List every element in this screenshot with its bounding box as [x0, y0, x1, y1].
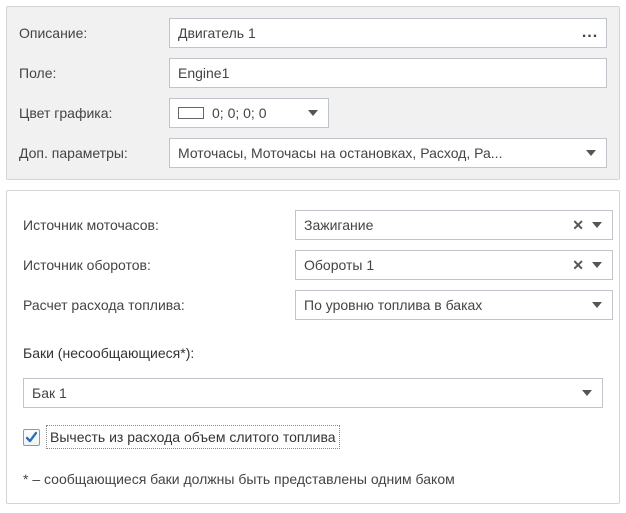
checkbox-subtract-drained[interactable]	[23, 429, 40, 446]
combo-motorhours-source-value: Зажигание	[304, 217, 564, 233]
combo-chart-color-value: 0; 0; 0; 0	[212, 105, 300, 121]
label-extra-params: Доп. параметры:	[19, 145, 161, 161]
label-fuel-calculation: Расчет расхода топлива:	[23, 297, 287, 313]
combo-extra-params-value: Моточасы, Моточасы на остановках, Расход…	[178, 145, 578, 161]
clear-icon[interactable]: ✕	[572, 217, 584, 234]
row-fuel-calculation: Расчет расхода топлива: По уровню топлив…	[23, 287, 603, 323]
combo-fuel-calculation[interactable]: По уровню топлива в баках	[295, 290, 613, 320]
row-rpm-source: Источник оборотов: Обороты 1 ✕	[23, 247, 603, 283]
label-field: Поле:	[19, 65, 161, 81]
footnote-tanks: * – сообщающиеся баки должны быть предст…	[23, 471, 603, 487]
combo-tanks-value: Бак 1	[32, 385, 574, 401]
chevron-down-icon	[308, 110, 318, 116]
combo-motorhours-source[interactable]: Зажигание ✕	[295, 210, 613, 240]
input-field[interactable]: Engine1	[169, 58, 607, 88]
combo-rpm-source-value: Обороты 1	[304, 257, 564, 273]
top-properties-panel: Описание: Двигатель 1 ... Поле: Engine1 …	[6, 6, 620, 180]
label-subtract-drained[interactable]: Вычесть из расхода объем слитого топлива	[46, 425, 340, 449]
combo-rpm-source[interactable]: Обороты 1 ✕	[295, 250, 613, 280]
row-tanks-label: Баки (несообщающиеся*):	[23, 335, 603, 371]
bottom-settings-panel: Источник моточасов: Зажигание ✕ Источник…	[6, 190, 620, 504]
row-description: Описание: Двигатель 1 ...	[19, 15, 607, 51]
row-extra-params: Доп. параметры: Моточасы, Моточасы на ос…	[19, 135, 607, 171]
label-tanks: Баки (несообщающиеся*):	[23, 345, 194, 361]
chevron-down-icon	[582, 390, 592, 396]
chevron-down-icon	[592, 302, 602, 308]
color-swatch-icon	[178, 107, 204, 119]
chevron-down-icon	[586, 150, 596, 156]
row-motorhours-source: Источник моточасов: Зажигание ✕	[23, 207, 603, 243]
label-rpm-source: Источник оборотов:	[23, 257, 287, 273]
combo-extra-params[interactable]: Моточасы, Моточасы на остановках, Расход…	[169, 138, 607, 168]
row-subtract-drained: Вычесть из расхода объем слитого топлива	[23, 425, 603, 449]
row-field: Поле: Engine1	[19, 55, 607, 91]
row-tanks-combo: Бак 1	[23, 375, 603, 411]
combo-fuel-calculation-value: По уровню топлива в баках	[304, 297, 584, 313]
input-field-value: Engine1	[178, 65, 598, 81]
row-chart-color: Цвет графика: 0; 0; 0; 0	[19, 95, 607, 131]
chevron-down-icon	[592, 262, 602, 268]
check-icon	[25, 431, 38, 444]
combo-tanks[interactable]: Бак 1	[23, 378, 603, 408]
clear-icon[interactable]: ✕	[572, 257, 584, 274]
label-description: Описание:	[19, 25, 161, 41]
combo-chart-color[interactable]: 0; 0; 0; 0	[169, 98, 329, 128]
label-motorhours-source: Источник моточасов:	[23, 217, 287, 233]
input-description-value: Двигатель 1	[178, 25, 578, 41]
ellipsis-button-icon[interactable]: ...	[578, 24, 602, 42]
input-description[interactable]: Двигатель 1 ...	[169, 18, 607, 48]
label-chart-color: Цвет графика:	[19, 105, 161, 121]
chevron-down-icon	[592, 222, 602, 228]
